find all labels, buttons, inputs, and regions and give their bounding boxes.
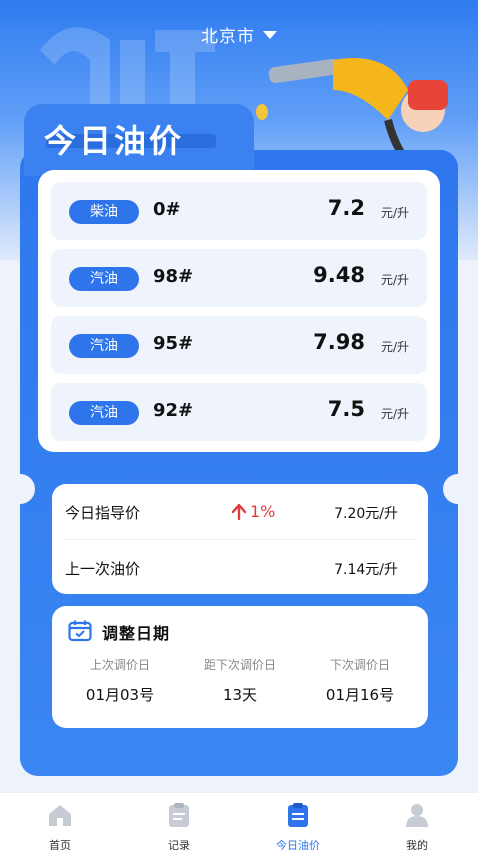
chevron-down-icon bbox=[263, 30, 277, 39]
tab-records[interactable]: 记录 bbox=[139, 801, 219, 850]
fuel-price: 7.5 bbox=[327, 397, 365, 421]
price-change-value: 1% bbox=[250, 502, 276, 521]
fuel-type-badge: 汽油 bbox=[69, 267, 139, 291]
fuel-grade: 92# bbox=[153, 400, 194, 421]
next-adjust-label: 下次调价日 bbox=[329, 658, 390, 672]
price-row: 柴油 0# 7.2 元/升 bbox=[51, 182, 427, 240]
price-list-card: 柴油 0# 7.2 元/升 汽油 98# 9.48 元/升 汽油 95# 7.9… bbox=[38, 170, 440, 452]
fuel-price: 7.2 bbox=[327, 196, 365, 220]
price-unit: 元/升 bbox=[380, 407, 409, 421]
tab-label: 首页 bbox=[49, 839, 71, 850]
calendar-icon bbox=[68, 620, 92, 642]
days-to-next-value: 13天 bbox=[222, 686, 258, 704]
last-adjust-value: 01月03号 bbox=[85, 686, 155, 704]
last-price-value: 7.14元/升 bbox=[334, 562, 398, 578]
ticket-notch-left bbox=[5, 474, 35, 504]
bottom-tab-bar: 首页 记录 今日油价 我的 bbox=[0, 792, 478, 850]
arrow-up-icon bbox=[232, 503, 246, 520]
fuel-price: 7.98 bbox=[313, 330, 365, 354]
adjust-date-title: 调整日期 bbox=[102, 624, 171, 643]
days-to-next-label: 距下次调价日 bbox=[203, 658, 276, 672]
price-unit: 元/升 bbox=[380, 340, 409, 354]
tab-today-price[interactable]: 今日油价 bbox=[258, 801, 338, 850]
price-row: 汽油 98# 9.48 元/升 bbox=[51, 249, 427, 307]
home-icon bbox=[49, 805, 71, 826]
hero-title-tab: 今日油价 bbox=[24, 104, 254, 176]
price-unit: 元/升 bbox=[380, 273, 409, 287]
page-title: 今日油价 bbox=[44, 122, 185, 160]
next-adjust-value: 01月16号 bbox=[325, 686, 395, 704]
fuel-type-badge: 汽油 bbox=[69, 401, 139, 425]
guide-price-card: 今日指导价 1% 7.20元/升 上一次油价 7.14元/升 bbox=[52, 484, 428, 594]
price-change: 1% bbox=[232, 502, 275, 521]
last-adjust-label: 上次调价日 bbox=[89, 658, 150, 672]
fuel-type-badge: 汽油 bbox=[69, 334, 139, 358]
price-unit: 元/升 bbox=[380, 206, 409, 220]
today-guide-label: 今日指导价 bbox=[65, 504, 141, 522]
fuel-list-icon bbox=[288, 803, 308, 827]
clipboard-icon bbox=[169, 803, 189, 827]
ticket-notch-right bbox=[443, 474, 473, 504]
fuel-grade: 0# bbox=[153, 199, 181, 220]
tab-label: 我的 bbox=[406, 839, 428, 850]
person-icon bbox=[406, 804, 428, 827]
divider bbox=[64, 539, 416, 540]
tab-label: 今日油价 bbox=[276, 839, 320, 850]
fuel-grade: 95# bbox=[153, 333, 194, 354]
price-row: 汽油 92# 7.5 元/升 bbox=[51, 383, 427, 441]
fuel-grade: 98# bbox=[153, 266, 194, 287]
fuel-price: 9.48 bbox=[313, 263, 365, 287]
city-selector[interactable]: 北京市 bbox=[0, 22, 478, 47]
last-price-label: 上一次油价 bbox=[65, 560, 141, 578]
adjust-date-card: 调整日期 上次调价日 距下次调价日 下次调价日 01月03号 13天 01月16… bbox=[52, 606, 428, 728]
city-label: 北京市 bbox=[201, 27, 255, 47]
tab-mine[interactable]: 我的 bbox=[377, 801, 457, 850]
fuel-type-badge: 柴油 bbox=[69, 200, 139, 224]
tab-home[interactable]: 首页 bbox=[20, 801, 100, 850]
price-row: 汽油 95# 7.98 元/升 bbox=[51, 316, 427, 374]
tab-label: 记录 bbox=[168, 839, 190, 850]
today-guide-value: 7.20元/升 bbox=[334, 506, 398, 522]
